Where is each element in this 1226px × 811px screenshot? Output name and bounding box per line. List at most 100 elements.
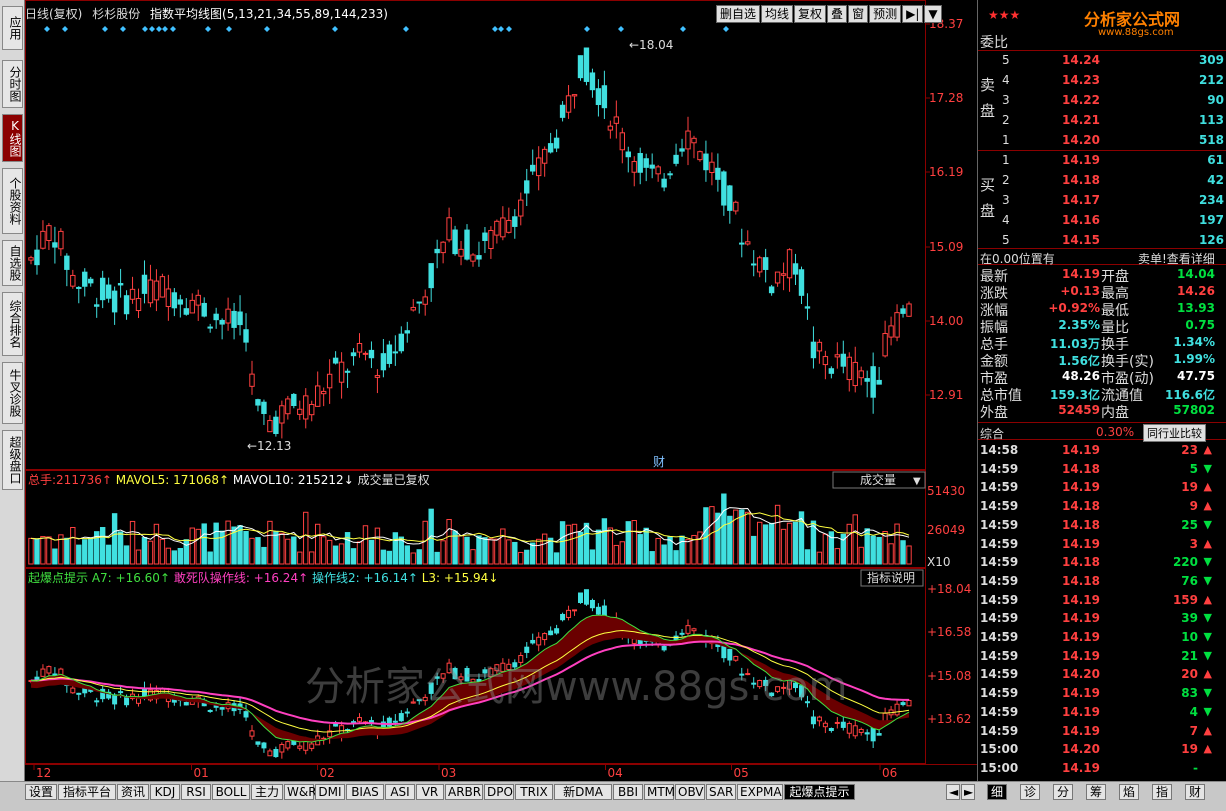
bottom-tab[interactable]: EXPMA [737, 784, 783, 800]
kline-chart[interactable]: 18.3717.2816.1915.0914.0012.915143026049… [25, 0, 977, 790]
scroll-right-button[interactable]: ► [961, 784, 975, 800]
candle [577, 55, 584, 81]
bottom-tab[interactable]: MTM [644, 784, 675, 800]
volume-bar [338, 543, 345, 565]
left-tab-2[interactable]: K线图 [2, 114, 23, 162]
toolbar-button-0[interactable]: 删自选 [716, 5, 761, 23]
right-panel-tab[interactable]: 诊 [1020, 784, 1040, 800]
candle [231, 302, 237, 340]
trade-volume: 76 [1181, 573, 1198, 588]
bottom-tab[interactable]: 资讯 [117, 784, 149, 800]
buy-row: 4 14.16 197 [978, 211, 1224, 231]
chart-area[interactable]: 18.37 17.28 16.19 15.09 14.00 12.91 51430 26049… [25, 0, 977, 790]
x-axis-label: 05 [734, 766, 749, 780]
trade-time: 14:59 [980, 461, 1019, 476]
left-tab-3[interactable]: 个股资料 [2, 168, 23, 234]
bottom-tab[interactable]: BBI [613, 784, 643, 800]
bottom-tab[interactable]: DMI [315, 784, 345, 800]
bottom-tab[interactable]: 指标平台 [58, 784, 116, 800]
candle [667, 170, 673, 180]
bottom-tab[interactable]: 设置 [25, 784, 57, 800]
candle [494, 219, 500, 244]
bottom-tab[interactable]: DPO [484, 784, 514, 800]
right-panel-tab[interactable]: 指 [1152, 784, 1172, 800]
indicator-candle [267, 748, 273, 757]
toolbar-button-1[interactable]: 均线 [761, 5, 794, 23]
quote-value: 14.19 [1062, 267, 1100, 281]
bottom-tab[interactable]: TRIX [515, 784, 553, 800]
volume-bar [500, 528, 506, 565]
right-panel-tab[interactable]: 焰 [1119, 784, 1139, 800]
bottom-tab[interactable]: W&R [284, 784, 317, 800]
trade-time: 14:59 [980, 592, 1019, 607]
bottom-tab[interactable]: 主力 [251, 784, 283, 800]
bottom-tab[interactable]: ASI [385, 784, 415, 800]
volume-bar [482, 537, 488, 565]
left-tab-1[interactable]: 分时图 [2, 60, 23, 108]
price-tick-label: 15.09 [929, 240, 963, 254]
bottom-tab[interactable]: BOLL [212, 784, 250, 800]
view-detail-link[interactable]: 卖单!查看详细 [1138, 250, 1215, 267]
compare-industry-button[interactable]: 同行业比较 [1143, 424, 1206, 442]
bottom-tab[interactable]: 新DMA [554, 784, 612, 800]
bottom-tab[interactable]: VR [416, 784, 444, 800]
quote-row: 市盈 48.26 市盈(动) 47.75 [978, 368, 1226, 387]
indicator-candle [279, 742, 285, 759]
indicator-help-button[interactable]: 指标说明 [860, 569, 924, 587]
bottom-tab[interactable]: KDJ [150, 784, 180, 800]
logo-area: ★★★ 分析家公式网 www.88gs.com [978, 0, 1226, 38]
volume-bar [309, 551, 315, 565]
volume-bar [99, 527, 106, 565]
scroll-left-button[interactable]: ◄ [946, 784, 960, 800]
quote-value: 11.03万 [1050, 337, 1100, 351]
bottom-tab[interactable]: RSI [181, 784, 211, 800]
candle [273, 410, 279, 437]
indicator-title: 起爆点提示 A7: +16.60↑ 敢死队操作线: +16.24↑ 操作线2: … [28, 570, 498, 585]
candle [225, 297, 231, 331]
right-panel-tab[interactable]: 财 [1185, 784, 1205, 800]
position-bar[interactable]: 在0.00位置有 卖单!查看详细 [978, 248, 1226, 267]
left-tab-5[interactable]: 综合排名 [2, 292, 23, 356]
candle [70, 269, 76, 289]
quote-value: 0.75 [1185, 318, 1215, 332]
volume-bar [518, 551, 524, 565]
financial-marker[interactable]: 财 [653, 455, 665, 469]
right-panel-tab[interactable]: 细 [987, 784, 1007, 800]
level-volume: 197 [1198, 213, 1224, 227]
bottom-tab[interactable]: ARBR [445, 784, 483, 800]
left-tab-4[interactable]: 自选股 [2, 240, 23, 286]
volume-bar [183, 539, 189, 565]
bottom-tab[interactable]: SAR [706, 784, 736, 800]
volume-bar [267, 520, 273, 565]
candle [195, 289, 201, 321]
volume-bar [721, 493, 727, 565]
volume-bar [213, 522, 219, 565]
candle [82, 268, 88, 297]
right-panel-tab[interactable]: 筹 [1086, 784, 1106, 800]
trade-volume: 220 [1172, 555, 1198, 570]
toolbar-button-5[interactable]: 预测 [869, 5, 902, 23]
volume-dropdown[interactable]: 成交量 ▼ [832, 471, 926, 489]
toolbar-button-6[interactable]: ▶| [902, 5, 924, 23]
bottom-tab[interactable]: BIAS [346, 784, 384, 800]
toolbar-button-3[interactable]: 叠 [827, 5, 848, 23]
indicator-candle [297, 742, 303, 751]
candle [362, 351, 369, 361]
trade-volume: - [1193, 760, 1198, 775]
level-price: 14.16 [1062, 213, 1100, 227]
left-tab-0[interactable]: 应用 [2, 6, 23, 50]
right-panel-tab[interactable]: 分 [1053, 784, 1073, 800]
toolbar-button-2[interactable]: 复权 [794, 5, 827, 23]
buy-row: 2 14.18 42 [978, 171, 1224, 191]
left-tab-7[interactable]: 超级盘口 [2, 430, 23, 490]
volume-bar [219, 530, 225, 565]
volume-bar [589, 549, 596, 565]
volume-bar [326, 539, 333, 565]
toolbar-button-4[interactable]: 窗 [848, 5, 869, 23]
bottom-tab[interactable]: 起爆点提示 [784, 784, 855, 800]
trade-time: 14:59 [980, 704, 1019, 719]
indicator-tick-label: +13.62 [927, 712, 971, 726]
bottom-tab[interactable]: OBV [675, 784, 705, 800]
left-tab-6[interactable]: 牛叉诊股 [2, 362, 23, 424]
toolbar-button-7[interactable]: ▼ [924, 5, 942, 23]
